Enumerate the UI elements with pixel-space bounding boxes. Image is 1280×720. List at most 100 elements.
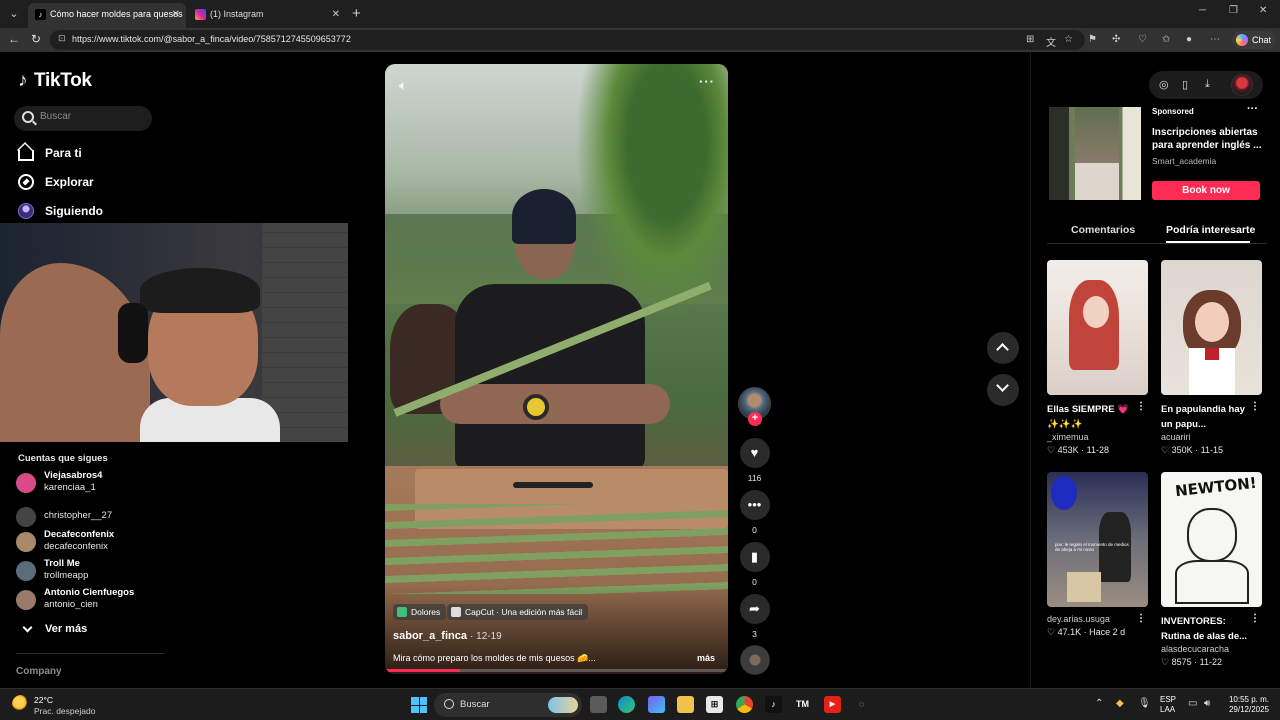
favorites-icon[interactable]: ✩ [1162, 34, 1170, 45]
url-field[interactable]: ⊡ https://www.tiktok.com/@sabor_a_finca/… [50, 30, 1085, 50]
window-close-icon[interactable]: ✕ [1259, 5, 1267, 16]
site-info-icon[interactable]: ⊡ [58, 33, 66, 44]
followed-account[interactable]: christopher__27 [16, 504, 186, 532]
new-tab-button[interactable]: + [352, 5, 361, 22]
store-icon[interactable]: ⊞ [706, 696, 723, 713]
weather-temp[interactable]: 22°C [34, 695, 53, 705]
video-card[interactable]: NEWTON! ⋮ INVENTORES: Rutina de alas de.… [1161, 472, 1262, 668]
comment-action[interactable]: ••• 0 [738, 490, 771, 535]
copilot-chat-button[interactable]: Chat [1232, 31, 1276, 49]
settings-more-icon[interactable]: ⋯ [1210, 34, 1220, 45]
mobile-icon[interactable]: ▯ [1182, 78, 1188, 91]
download-icon[interactable]: ⤓ [1205, 78, 1210, 91]
taskbar-search[interactable]: Buscar [434, 693, 582, 717]
tm-app-icon[interactable]: TM [794, 696, 811, 713]
tab-instagram[interactable]: (1) Instagram ✕ [188, 3, 346, 28]
share-icon[interactable]: ➦ [739, 594, 770, 624]
card-user[interactable]: acuariri [1161, 432, 1262, 442]
tray-app-icon[interactable]: ◆ [1116, 698, 1124, 709]
caption-more-link[interactable]: más [697, 653, 715, 663]
extension-icon[interactable]: ⚑ [1088, 34, 1097, 45]
tiktok-logo[interactable]: ♪ TikTok [18, 70, 92, 92]
capcut-tag[interactable]: CapCut · Una edición más fácil [447, 604, 589, 620]
music-disc-icon[interactable] [740, 645, 770, 675]
bookmark-icon[interactable]: ▮ [739, 542, 770, 572]
ad-more-icon[interactable]: ··· [1247, 103, 1258, 115]
company-link[interactable]: Company [16, 666, 62, 677]
location-tag[interactable]: Dolores [393, 604, 447, 620]
system-clock[interactable]: 10:55 p. m. 29/12/2025 [1225, 695, 1269, 715]
tab-podria-interesarte[interactable]: Podría interesarte [1166, 224, 1255, 236]
card-user[interactable]: dey.arias.usuga [1047, 614, 1148, 624]
profile-avatar-icon[interactable]: ● [1186, 34, 1192, 45]
video-author[interactable]: sabor_a_finca · 12-19 [393, 630, 502, 642]
nav-explorar[interactable]: Explorar [18, 172, 168, 196]
language-indicator[interactable]: ESP LAA [1160, 695, 1176, 715]
translate-icon[interactable]: 文 [1046, 34, 1056, 49]
heart-icon[interactable]: ♥ [739, 438, 770, 468]
app-available-icon[interactable]: ⊞ [1026, 34, 1034, 45]
video-player[interactable]: 🔈︎ ··· Dolores CapCut · Una edición más … [385, 64, 728, 674]
tab-actions-menu-icon[interactable]: ⌄ [6, 6, 22, 22]
performance-icon[interactable]: ♡ [1138, 34, 1147, 45]
card-more-icon[interactable]: ⋮ [1250, 613, 1260, 624]
next-video-button[interactable] [987, 374, 1019, 406]
card-thumbnail[interactable]: NEWTON! [1161, 472, 1262, 607]
microphone-icon[interactable]: 🎙︎ [1138, 698, 1151, 709]
back-icon[interactable]: ← [8, 32, 20, 46]
card-user[interactable]: _ximemua [1047, 432, 1148, 442]
followed-account[interactable]: Antonio Cienfuegos antonio_cien [16, 587, 186, 615]
card-user[interactable]: alasdecucaracha [1161, 644, 1262, 654]
card-more-icon[interactable]: ⋮ [1250, 401, 1260, 412]
network-icon[interactable]: ▭ [1188, 698, 1197, 709]
card-more-icon[interactable]: ⋮ [1136, 613, 1146, 624]
weather-icon[interactable] [12, 695, 30, 713]
video-progress-bar[interactable] [385, 669, 728, 672]
followed-account[interactable]: Decafeconfenix decafeconfenix [16, 529, 186, 557]
more-options-icon[interactable]: ··· [699, 74, 715, 89]
volume-icon[interactable]: 🔈︎ [399, 77, 407, 94]
tab-tiktok[interactable]: ♪ Cómo hacer moldes para quesos ✕ [28, 3, 186, 28]
tray-chevron-up-icon[interactable]: ⌃ [1095, 698, 1103, 709]
save-action[interactable]: ▮ 0 [738, 542, 771, 587]
card-more-icon[interactable]: ⋮ [1136, 401, 1146, 412]
file-explorer-icon[interactable] [677, 696, 694, 713]
volume-tray-icon[interactable]: 🔊︎ [1204, 698, 1210, 709]
video-card[interactable]: ⋮ En papulandia hay un papu... acuariri … [1161, 260, 1262, 456]
task-view-icon[interactable] [590, 696, 607, 713]
ad-thumbnail[interactable] [1049, 107, 1141, 200]
start-button[interactable] [411, 697, 427, 713]
card-thumbnail[interactable] [1161, 260, 1262, 395]
youtube-icon[interactable]: ▶ [824, 696, 841, 713]
restore-icon[interactable]: ❐ [1229, 5, 1238, 16]
follow-button[interactable]: + [748, 412, 762, 426]
video-card[interactable]: ⋮ Ellas SIEMPRE 💗✨✨✨ _ximemua ♡ 453K · 1… [1047, 260, 1148, 456]
video-card[interactable]: pov: le regalo el momento de medios de a… [1047, 472, 1148, 638]
refresh-icon[interactable]: ↻ [31, 32, 41, 46]
previous-video-button[interactable] [987, 332, 1019, 364]
like-action[interactable]: ♥ 116 [738, 438, 771, 483]
book-now-button[interactable]: Book now [1152, 181, 1260, 200]
coins-icon[interactable]: ◎ [1159, 78, 1169, 91]
share-action[interactable]: ➦ 3 [738, 594, 771, 639]
obs-icon[interactable]: ◌ [853, 696, 870, 713]
ad-title[interactable]: Inscripciones abiertas para aprender ing… [1152, 126, 1264, 152]
search-box[interactable] [14, 106, 152, 131]
favorite-star-icon[interactable]: ☆ [1064, 34, 1073, 45]
close-icon[interactable]: ✕ [172, 3, 180, 26]
nav-siguiendo[interactable]: Siguiendo [18, 201, 168, 225]
card-thumbnail[interactable] [1047, 260, 1148, 395]
comment-icon[interactable]: ••• [739, 490, 770, 520]
edge-icon[interactable] [618, 696, 635, 713]
tab-comentarios[interactable]: Comentarios [1071, 224, 1135, 236]
copilot-app-icon[interactable] [648, 696, 665, 713]
followed-account[interactable]: Viejasabros4 karenciaa_1 [16, 470, 186, 498]
puzzle-extensions-icon[interactable]: ✣ [1112, 34, 1120, 45]
tiktok-app-icon[interactable]: ♪ [765, 696, 782, 713]
minimize-icon[interactable]: ─ [1199, 5, 1206, 16]
followed-account[interactable]: Troll Me trollmeapp [16, 558, 186, 586]
nav-para-ti[interactable]: Para ti [18, 143, 168, 167]
close-icon[interactable]: ✕ [332, 3, 340, 26]
search-input[interactable] [40, 111, 140, 122]
card-thumbnail[interactable]: pov: le regalo el momento de medios de a… [1047, 472, 1148, 607]
